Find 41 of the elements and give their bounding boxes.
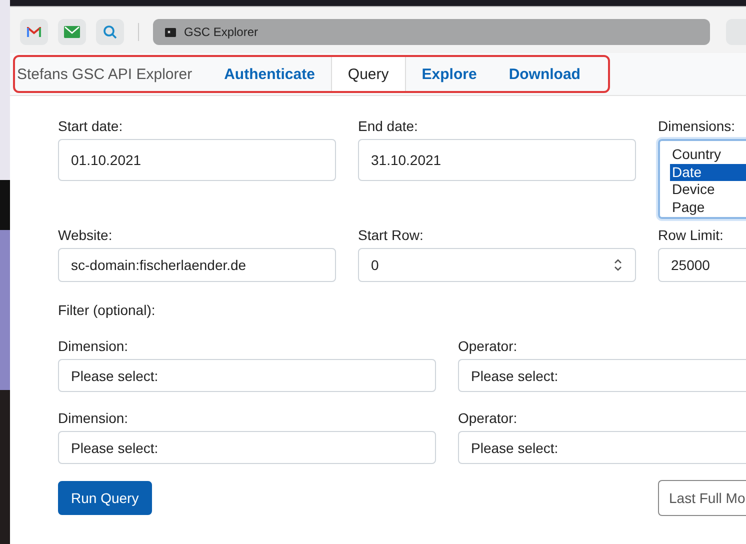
dimensions-list[interactable]: Country Date Device Page xyxy=(658,139,746,219)
search-icon xyxy=(103,25,117,39)
field-label: Website: xyxy=(58,227,114,243)
field-label: Row Limit: xyxy=(658,227,724,243)
field-label: Dimensions: xyxy=(658,118,736,134)
nav-tab[interactable]: Download xyxy=(492,57,596,91)
field-label: Start Row: xyxy=(358,227,424,243)
bookmark-button[interactable] xyxy=(58,19,86,45)
operator-select[interactable]: Please select: xyxy=(458,431,746,464)
nav-tab[interactable]: Authenticate xyxy=(208,57,331,91)
dimension-select[interactable]: Please select: xyxy=(58,359,436,392)
tab-title[interactable]: GSC Explorer xyxy=(184,25,258,39)
field-label: End date: xyxy=(358,118,419,134)
field-label: Operator: xyxy=(458,410,518,426)
last-full-month-button[interactable]: Last Full Mo xyxy=(658,480,746,516)
page-icon xyxy=(165,28,176,36)
bookmark-button[interactable] xyxy=(20,19,48,45)
dimension-select[interactable]: Please select: xyxy=(58,431,436,464)
brand-title: Stefans GSC API Explorer xyxy=(17,66,192,82)
list-option[interactable]: Country xyxy=(670,146,746,164)
field-label: Dimension: xyxy=(58,338,130,354)
field-label: Dimension: xyxy=(58,410,130,426)
date-field[interactable]: 01.10.2021 xyxy=(58,139,336,181)
list-option[interactable]: Date xyxy=(670,164,746,181)
field-label: Operator: xyxy=(458,338,518,354)
run-query-button[interactable]: Run Query xyxy=(58,481,152,515)
envelope-icon xyxy=(64,26,80,38)
date-field[interactable]: 31.10.2021 xyxy=(358,139,636,181)
bookmark-button[interactable] xyxy=(96,19,124,45)
section-label: Filter (optional): xyxy=(58,302,156,318)
operator-select[interactable]: Please select: xyxy=(458,359,746,392)
nav-tab[interactable]: Query xyxy=(330,57,406,91)
list-option[interactable]: Page xyxy=(670,198,746,216)
list-option[interactable]: Device xyxy=(670,181,746,198)
number-field[interactable]: 0 xyxy=(358,248,636,282)
website-field[interactable]: sc-domain:fischerlaender.de xyxy=(58,248,336,282)
nav-tab[interactable]: Explore xyxy=(406,57,493,91)
number-field[interactable]: 25000 xyxy=(658,248,746,282)
spinner-icon[interactable] xyxy=(613,258,623,272)
field-label: Start date: xyxy=(58,118,124,134)
mail-m-icon xyxy=(27,26,41,38)
